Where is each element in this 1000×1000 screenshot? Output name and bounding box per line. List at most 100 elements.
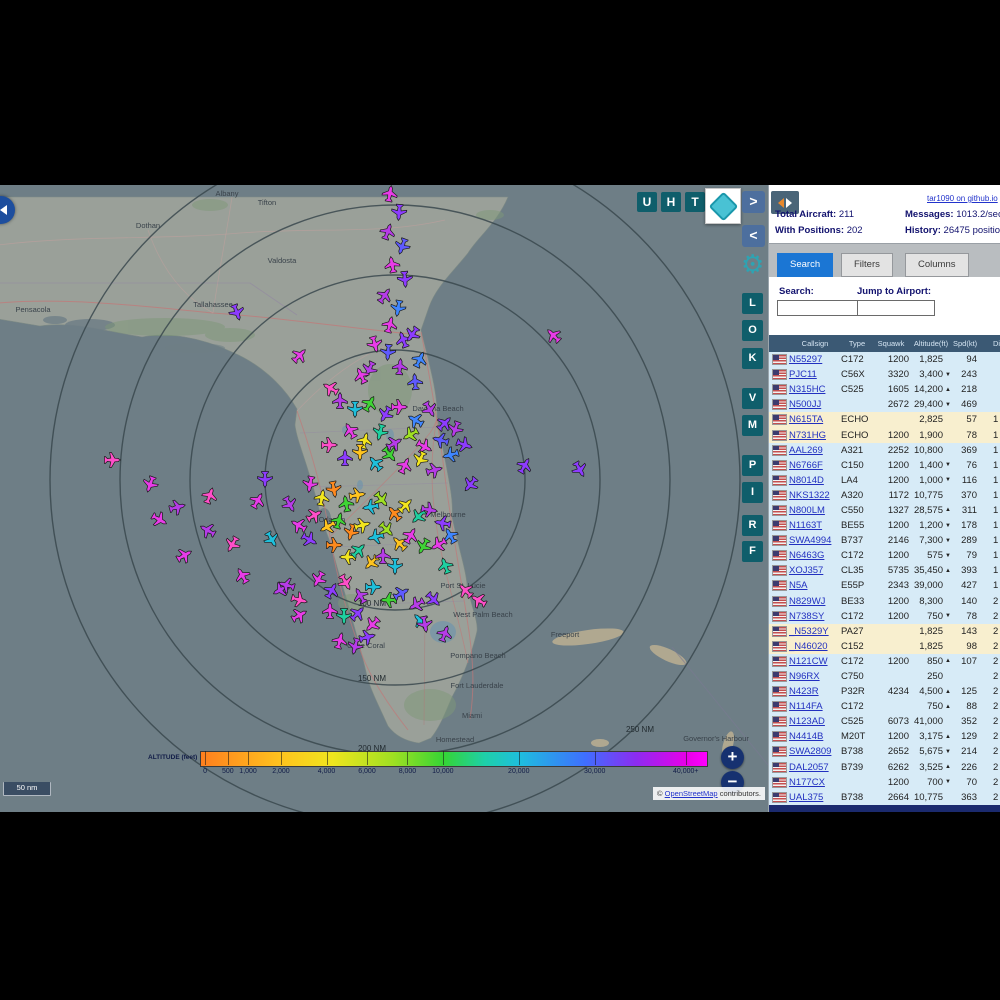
callsign-link[interactable]: N123AD [789, 716, 825, 727]
aircraft-marker[interactable] [288, 515, 309, 536]
table-row[interactable]: N121CWC1721200850▲1072 [769, 654, 1000, 669]
table-row[interactable]: N800LMC550132728,575▲3111 [769, 503, 1000, 518]
table-row[interactable]: N55297C17212001,82594 [769, 352, 1000, 367]
table-row[interactable]: N1163TBE5512001,200▼1781 [769, 518, 1000, 533]
col-header-Spd(kt)[interactable]: Spd(kt) [953, 339, 977, 348]
map-button-t[interactable]: T [685, 192, 705, 212]
table-row[interactable]: N123ADC525607341,0003522 [769, 714, 1000, 729]
table-row[interactable]: N5AE55P234339,0004271 [769, 578, 1000, 593]
settings-gear-icon[interactable]: ⚙ [741, 251, 764, 277]
rail-button-r[interactable]: R [742, 515, 763, 536]
rail-button-m[interactable]: M [742, 415, 763, 436]
callsign-link[interactable]: N6463G [789, 550, 824, 561]
table-row[interactable]: N96RXC7502502 [769, 669, 1000, 684]
aircraft-marker[interactable] [104, 453, 120, 468]
tab-search[interactable]: Search [777, 253, 833, 277]
rail-button-f[interactable]: F [742, 541, 763, 562]
table-row[interactable]: N4414BM20T12003,175▲1292 [769, 729, 1000, 744]
callsign-link[interactable]: AAL269 [789, 445, 823, 456]
callsign-link[interactable]: N1163T [789, 520, 822, 531]
aircraft-style-button[interactable] [705, 188, 741, 224]
callsign-link[interactable]: UAL375 [789, 792, 823, 803]
sidebar-expand-button[interactable]: > [742, 191, 765, 213]
rail-button-p[interactable]: P [742, 455, 763, 476]
callsign-link[interactable]: N615TA [789, 414, 823, 425]
jump-to-airport-input[interactable] [857, 300, 935, 316]
rail-button-o[interactable]: O [742, 320, 763, 341]
callsign-link[interactable]: N423R [789, 686, 819, 697]
aircraft-marker[interactable] [140, 474, 160, 494]
aircraft-marker[interactable] [200, 485, 220, 505]
aircraft-marker[interactable] [232, 565, 253, 586]
callsign-link[interactable]: N121CW [789, 656, 828, 667]
table-row[interactable]: XOJ357CL35573535,450▲3931 [769, 563, 1000, 578]
table-row[interactable]: N315HCC525160514,200▲218 [769, 382, 1000, 397]
sidebar-collapse-button[interactable]: < [742, 225, 765, 247]
table-row[interactable]: _N46020C1521,825982 [769, 639, 1000, 654]
aircraft-marker[interactable] [569, 459, 590, 480]
aircraft-marker[interactable] [222, 534, 243, 555]
callsign-link[interactable]: N738SY [789, 611, 824, 622]
callsign-link[interactable]: N55297 [789, 354, 822, 365]
rail-button-l[interactable]: L [742, 293, 763, 314]
callsign-link[interactable]: N177CX [789, 777, 825, 788]
callsign-link[interactable]: N8014D [789, 475, 824, 486]
callsign-link[interactable]: _N46020 [789, 641, 828, 652]
aircraft-marker[interactable] [323, 603, 338, 619]
col-header-Dist.(NM)[interactable]: Dist.(NM) [977, 339, 1000, 348]
callsign-link[interactable]: N96RX [789, 671, 820, 682]
callsign-link[interactable]: N829WJ [789, 596, 825, 607]
aircraft-marker[interactable] [290, 591, 309, 610]
callsign-link[interactable]: N114FA [789, 701, 823, 712]
table-row[interactable]: N114FAC172750▲882 [769, 699, 1000, 714]
col-header-Squawk[interactable]: Squawk [873, 339, 909, 348]
table-row[interactable]: PJC11C56X33203,400▼243 [769, 367, 1000, 382]
table-row[interactable]: UAL375B738266410,7753632 [769, 790, 1000, 805]
map-button-h[interactable]: H [661, 192, 681, 212]
table-row[interactable]: N177CX1200700▼702 [769, 775, 1000, 790]
col-header-Type[interactable]: Type [841, 339, 873, 348]
map-canvas[interactable]: 100 NM150 NM200 NM250 NM AlbanyTiftonDot… [0, 185, 768, 812]
aircraft-marker[interactable] [289, 605, 310, 626]
table-row[interactable]: N731HGECHO12001,900781 [769, 427, 1000, 442]
table-row[interactable]: AAL269A321225210,8003691 [769, 443, 1000, 458]
callsign-link[interactable]: NKS1322 [789, 490, 830, 501]
callsign-link[interactable]: N6766F [789, 460, 823, 471]
callsign-link[interactable]: XOJ357 [789, 565, 823, 576]
callsign-link[interactable]: N500JJ [789, 399, 821, 410]
tar1090-github-link[interactable]: tar1090 on github.io [927, 194, 998, 203]
callsign-link[interactable]: N4414B [789, 731, 823, 742]
table-row[interactable]: SWA4994B73721467,300▼2891 [769, 533, 1000, 548]
table-row[interactable]: NKS1322A320117210,7753701 [769, 488, 1000, 503]
table-row[interactable]: _N5329YPA271,8251432 [769, 624, 1000, 639]
callsign-link[interactable]: N731HG [789, 430, 826, 441]
table-row[interactable]: DAL2057B73962623,525▲2262 [769, 760, 1000, 775]
aircraft-marker[interactable] [149, 509, 170, 530]
callsign-link[interactable]: PJC11 [789, 369, 817, 380]
map-button-u[interactable]: U [637, 192, 657, 212]
aircraft-marker[interactable] [279, 494, 300, 515]
table-row[interactable]: N500JJ267229,400▼469 [769, 397, 1000, 412]
aircraft-marker[interactable] [542, 324, 564, 346]
tab-filters[interactable]: Filters [841, 253, 893, 277]
zoom-in-button[interactable]: + [721, 746, 744, 769]
table-row[interactable]: N738SYC1721200750▼782 [769, 609, 1000, 624]
callsign-link[interactable]: N5A [789, 580, 807, 591]
callsign-link[interactable]: SWA4994 [789, 535, 831, 546]
col-header-Altitude(ft)[interactable]: Altitude(ft) [909, 339, 953, 348]
callsign-link[interactable]: _N5329Y [789, 626, 829, 637]
table-row[interactable]: N8014DLA412001,000▼1161 [769, 473, 1000, 488]
callsign-link[interactable]: SWA2809 [789, 746, 831, 757]
table-row[interactable]: N829WJBE3312008,3001402 [769, 594, 1000, 609]
callsign-link[interactable]: N800LM [789, 505, 825, 516]
tab-columns[interactable]: Columns [905, 253, 969, 277]
aircraft-marker[interactable] [197, 520, 218, 541]
aircraft-marker[interactable] [168, 498, 187, 517]
rail-button-v[interactable]: V [742, 388, 763, 409]
aircraft-marker[interactable] [299, 529, 320, 550]
table-row[interactable]: N615TAECHO2,825571 [769, 412, 1000, 427]
table-row[interactable]: N6463GC1721200575▼791 [769, 548, 1000, 563]
aircraft-marker[interactable] [459, 474, 481, 496]
rail-button-i[interactable]: I [742, 482, 763, 503]
table-row[interactable]: SWA2809B73826525,675▼2142 [769, 744, 1000, 759]
